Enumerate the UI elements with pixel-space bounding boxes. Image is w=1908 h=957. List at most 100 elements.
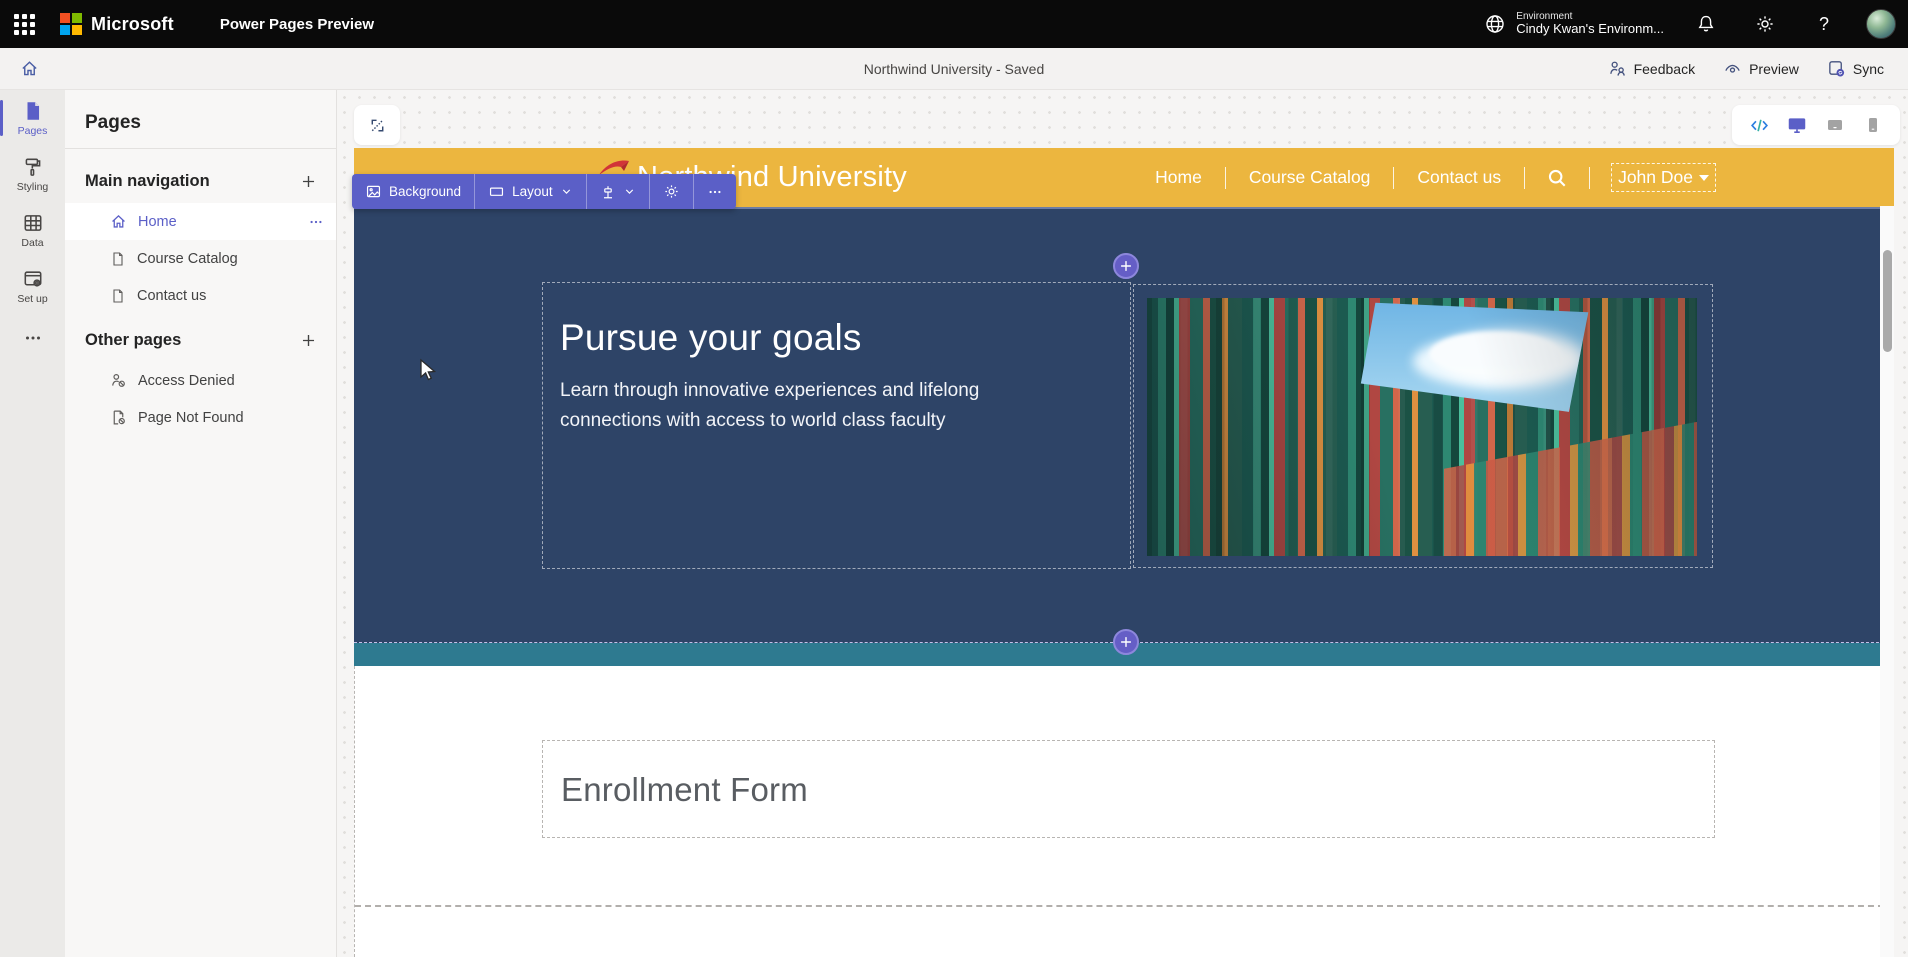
sidebar-item-contact-us[interactable]: Contact us [65,277,336,314]
notifications-button[interactable] [1689,7,1723,41]
desktop-preview-button[interactable] [1782,110,1812,140]
nav-separator [1524,167,1525,189]
add-page-button[interactable] [296,169,320,193]
hero-image[interactable] [1147,298,1697,556]
plus-icon [300,332,317,349]
layout-label: Layout [512,184,553,199]
desktop-icon [1786,114,1808,136]
app-launcher-icon[interactable] [0,0,48,48]
expand-canvas-button[interactable] [354,105,400,145]
section-heading: Other pages [85,331,181,350]
site-search-button[interactable] [1546,167,1568,189]
feedback-button[interactable]: Feedback [1598,53,1705,84]
mobile-preview-button[interactable] [1858,110,1888,140]
microsoft-brand-text: Microsoft [91,14,174,35]
design-canvas: Northwind University Home Course Catalog… [337,90,1908,957]
sidebar-item-page-not-found[interactable]: Page Not Found [65,399,336,436]
pages-icon [22,100,44,122]
alignment-dropdown-button[interactable] [586,174,649,209]
background-image-icon [365,183,382,200]
page-item-more-button[interactable] [308,214,324,230]
device-preview-switcher [1732,105,1900,145]
data-table-icon [22,212,44,234]
background-label: Background [389,184,461,199]
site-preview-frame: Northwind University Home Course Catalog… [354,148,1894,957]
environment-picker[interactable]: Environment Cindy Kwan's Environm... [1483,11,1664,37]
studio-home-button[interactable] [8,48,50,90]
environment-name: Cindy Kwan's Environm... [1516,22,1664,37]
site-nav-home[interactable]: Home [1153,161,1204,194]
settings-button[interactable] [1748,7,1782,41]
code-editor-button[interactable] [1744,110,1774,140]
nav-separator [1225,167,1226,189]
section-more-button[interactable] [693,174,736,209]
section-heading: Main navigation [85,172,210,191]
site-user-menu[interactable]: John Doe [1611,163,1716,192]
panel-title: Pages [65,90,336,148]
section-toolbar: Background Layout [352,174,736,209]
environment-text: Environment Cindy Kwan's Environm... [1516,11,1664,37]
align-icon [600,184,616,200]
page-icon [110,251,126,267]
section-settings-button[interactable] [649,174,693,209]
add-section-button-middle[interactable] [1113,629,1139,655]
add-section-button-top[interactable] [1113,253,1139,279]
bell-icon [1696,14,1716,34]
environment-icon [1483,12,1507,36]
preview-button[interactable]: Preview [1713,53,1809,84]
page-item-label: Access Denied [138,373,235,389]
site-nav: Home Course Catalog Contact us John Doe [1153,148,1716,207]
pages-panel: Pages Main navigation Home Course Cata [65,90,337,957]
canvas-scrollbar-track[interactable] [1880,206,1894,957]
top-bar: Microsoft Power Pages Preview Environmen… [0,0,1908,48]
sidebar-item-access-denied[interactable]: Access Denied [65,362,336,399]
section-boundary-line [355,905,1894,907]
hero-text-column[interactable]: Pursue your goals Learn through innovati… [542,282,1131,569]
tablet-preview-button[interactable] [1820,110,1850,140]
hero-image-column[interactable] [1133,284,1713,568]
hero-subtitle[interactable]: Learn through innovative experiences and… [560,376,1030,436]
page-blocked-icon [110,409,127,426]
top-bar-right: Environment Cindy Kwan's Environm... ? [1483,7,1908,41]
layout-icon [488,183,505,200]
preview-label: Preview [1749,61,1799,77]
site-nav-course-catalog[interactable]: Course Catalog [1247,161,1373,194]
enrollment-form-block[interactable]: Enrollment Form [542,740,1715,838]
other-pages-heading-row: Other pages [65,314,336,362]
microsoft-logo-icon [60,13,82,35]
rail-label: Pages [18,125,48,137]
page-item-label: Contact us [137,288,206,304]
rail-item-data[interactable]: Data [0,202,65,258]
rail-more-button[interactable] [0,328,65,348]
plus-icon [1119,259,1133,273]
nav-separator [1393,167,1394,189]
app-title: Power Pages Preview [220,16,374,33]
canvas-scrollbar-thumb[interactable] [1883,250,1892,352]
sync-button[interactable]: Sync [1817,53,1894,84]
account-avatar[interactable] [1866,9,1896,39]
sync-label: Sync [1853,61,1884,77]
hero-image-shading [1147,298,1697,556]
add-other-page-button[interactable] [296,328,320,352]
layout-dropdown-button[interactable]: Layout [474,174,586,209]
command-bar-actions: Feedback Preview Sync [1598,53,1908,84]
rail-label: Set up [17,293,47,305]
feedback-icon [1608,59,1627,78]
rail-item-pages[interactable]: Pages [0,90,65,146]
form-page-section[interactable]: Enrollment Form [354,666,1894,957]
rail-item-setup[interactable]: Set up [0,258,65,314]
site-nav-contact-us[interactable]: Contact us [1415,161,1503,194]
search-icon [1546,167,1568,189]
hero-title[interactable]: Pursue your goals [560,317,1130,359]
sidebar-item-course-catalog[interactable]: Course Catalog [65,240,336,277]
enrollment-form-title[interactable]: Enrollment Form [561,771,1714,809]
main-navigation-heading-row: Main navigation [65,155,336,203]
microsoft-logo[interactable]: Microsoft [60,13,174,35]
background-button[interactable]: Background [352,174,474,209]
styling-brush-icon [22,156,44,178]
rail-item-styling[interactable]: Styling [0,146,65,202]
help-button[interactable]: ? [1807,7,1841,41]
sidebar-item-home[interactable]: Home [65,203,336,240]
left-rail: Pages Styling Data Set up [0,90,65,957]
gear-icon [663,183,680,200]
